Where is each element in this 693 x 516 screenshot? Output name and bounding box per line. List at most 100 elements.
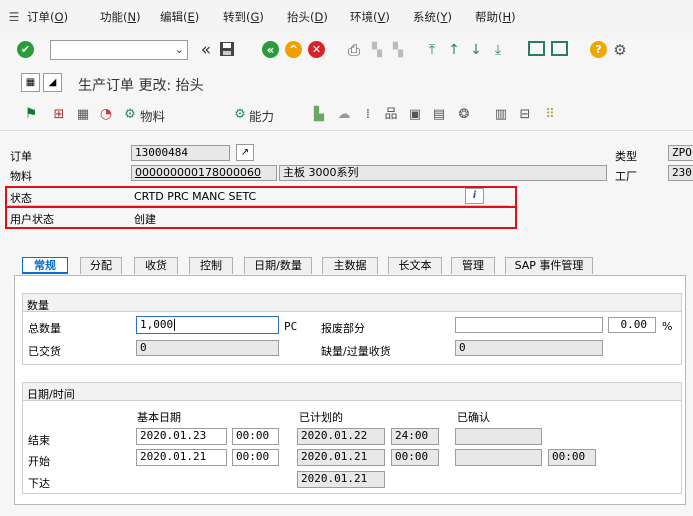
menu-system[interactable]: 系统(Y)	[413, 9, 452, 25]
config-icon[interactable]: ❂	[455, 105, 473, 123]
sequence-icon[interactable]: ⁞	[359, 105, 377, 123]
start-basic-time-input[interactable]: 00:00	[232, 449, 279, 466]
end-basic-date-input[interactable]: 2020.01.23	[136, 428, 227, 445]
material-icon[interactable]: ⚙	[121, 105, 139, 123]
cancel-icon[interactable]: ✕	[308, 41, 325, 58]
cloud-icon[interactable]: ☁	[335, 105, 353, 123]
capacity-icon[interactable]: ⚙	[231, 105, 249, 123]
double-left-icon[interactable]: «	[197, 41, 215, 59]
standard-toolbar: ✔ ⌄ « « ^ ✕ ⎙ ▚ ▚ ⤒ ↑ ↓ ⤓ ? ⚙	[0, 33, 693, 68]
tab-sap-event-management[interactable]: SAP 事件管理	[505, 257, 593, 274]
find-next-icon: ▚	[393, 42, 403, 58]
settings-icon[interactable]: ⚙	[611, 41, 629, 59]
pie-chart-icon[interactable]: ◔	[97, 105, 115, 123]
table-icon[interactable]: ▥	[492, 105, 510, 123]
scrap-percent-input[interactable]: 0.00	[608, 317, 656, 333]
start-scheduled-date: 2020.01.21	[297, 449, 385, 466]
dates-group-header	[23, 383, 681, 401]
title-bar: ▦ ◢ 生产订单 更改: 抬头	[0, 67, 693, 97]
menu-header[interactable]: 抬头(D)	[287, 9, 328, 25]
calculator-icon[interactable]: ▦	[74, 105, 92, 123]
application-toolbar: ⚑ ⊞ ▦ ◔ ⚙ 物料 ⚙ 能力 ▙ ☁ ⁞ 品 ▣ ▤ ❂ ▥ ⊟ ⠿	[0, 97, 693, 131]
operations-icon[interactable]: ▙	[310, 105, 328, 123]
tree-icon[interactable]: ⊟	[516, 105, 534, 123]
menu-help[interactable]: 帮助(H)	[475, 9, 516, 25]
start-scheduled-time: 00:00	[391, 449, 439, 466]
start-label: 开始	[28, 455, 50, 468]
text-cursor	[174, 319, 176, 331]
back-icon[interactable]: «	[262, 41, 279, 58]
menu-bar: ☰ 订单(O) 功能(N) 编辑(E) 转到(G) 抬头(D) 环境(V) 系统…	[0, 0, 693, 34]
exit-icon[interactable]: ^	[285, 41, 302, 58]
help-icon[interactable]: ?	[590, 41, 607, 58]
basic-date-header: 基本日期	[137, 411, 181, 424]
delivered-label: 已交货	[28, 345, 61, 358]
window-menu-icon[interactable]: ☰	[5, 8, 23, 26]
tab-dates-quantities[interactable]: 日期/数量	[244, 257, 312, 274]
next-page-icon[interactable]: ↓	[467, 41, 485, 59]
scheduled-header: 已计划的	[299, 411, 343, 424]
flag-icon[interactable]: ⚑	[22, 105, 40, 123]
find-icon: ▚	[372, 42, 382, 58]
first-page-icon[interactable]: ⤒	[423, 41, 441, 59]
status-highlight-box	[5, 186, 517, 208]
menu-expand-icon[interactable]: ◢	[43, 73, 62, 92]
order-label: 订单	[10, 150, 32, 163]
network-icon[interactable]: 品	[382, 105, 400, 123]
order-edit-icon[interactable]: ↗	[236, 144, 254, 161]
quantity-group-title: 数量	[27, 299, 49, 312]
print-icon[interactable]: ⎙	[345, 41, 363, 59]
material-label: 物料	[10, 170, 32, 183]
start-confirmed-date	[455, 449, 542, 466]
release-label: 下达	[28, 477, 50, 490]
start-confirmed-time: 00:00	[548, 449, 596, 466]
scrap-label: 报废部分	[321, 322, 365, 335]
tab-control[interactable]: 控制	[189, 257, 233, 274]
confirmed-header: 已确认	[457, 411, 490, 424]
menu-function[interactable]: 功能(N)	[100, 9, 141, 25]
shortcut-icon[interactable]	[551, 41, 568, 56]
shortage-label: 缺量/过量收货	[321, 345, 391, 358]
menu-order[interactable]: 订单(O)	[27, 9, 68, 25]
chevron-down-icon[interactable]: ⌄	[175, 43, 184, 56]
quantity-group-header	[23, 294, 681, 312]
start-basic-date-input[interactable]: 2020.01.21	[136, 449, 227, 466]
save-icon[interactable]	[219, 41, 235, 57]
end-scheduled-time: 24:00	[391, 428, 439, 445]
prev-page-icon[interactable]: ↑	[445, 41, 463, 59]
tab-long-text[interactable]: 长文本	[388, 257, 442, 274]
check-icon[interactable]: ✔	[17, 41, 34, 58]
menu-goto[interactable]: 转到(G)	[223, 9, 264, 25]
document-icon[interactable]: ▤	[430, 105, 448, 123]
plant-field: 230	[668, 165, 693, 181]
components-icon[interactable]: ▣	[406, 105, 424, 123]
total-quantity-input[interactable]: 1,000	[136, 316, 279, 334]
tab-general[interactable]: 常规	[22, 257, 68, 274]
layout-icon[interactable]: ▦	[21, 73, 40, 92]
material-button[interactable]: 物料	[140, 106, 165, 125]
capacity-button[interactable]: 能力	[249, 106, 274, 125]
menu-environment[interactable]: 环境(V)	[350, 9, 390, 25]
end-label: 结束	[28, 434, 50, 447]
total-quantity-label: 总数量	[28, 322, 61, 335]
percent-sign: %	[662, 320, 673, 333]
dates-group-title: 日期/时间	[27, 388, 75, 401]
org-icon[interactable]: ⠿	[541, 105, 559, 123]
end-basic-time-input[interactable]: 00:00	[232, 428, 279, 445]
new-session-icon[interactable]	[528, 41, 545, 56]
page-title: 生产订单 更改: 抬头	[78, 78, 204, 94]
tab-administration[interactable]: 管理	[451, 257, 495, 274]
last-page-icon[interactable]: ⤓	[489, 41, 507, 59]
command-field[interactable]: ⌄	[50, 40, 188, 60]
order-field: 13000484	[131, 145, 230, 161]
material-description: 主板 3000系列	[279, 165, 607, 181]
tab-assignment[interactable]: 分配	[80, 257, 122, 274]
tab-master-data[interactable]: 主数据	[322, 257, 378, 274]
tab-goods-receipt[interactable]: 收货	[134, 257, 178, 274]
scrap-input[interactable]	[455, 317, 603, 333]
menu-edit[interactable]: 编辑(E)	[160, 9, 199, 25]
end-scheduled-date: 2020.01.22	[297, 428, 385, 445]
material-field[interactable]: 000000000178000060	[131, 165, 277, 181]
delivered-field: 0	[136, 340, 279, 356]
hierarchy-icon[interactable]: ⊞	[50, 105, 68, 123]
